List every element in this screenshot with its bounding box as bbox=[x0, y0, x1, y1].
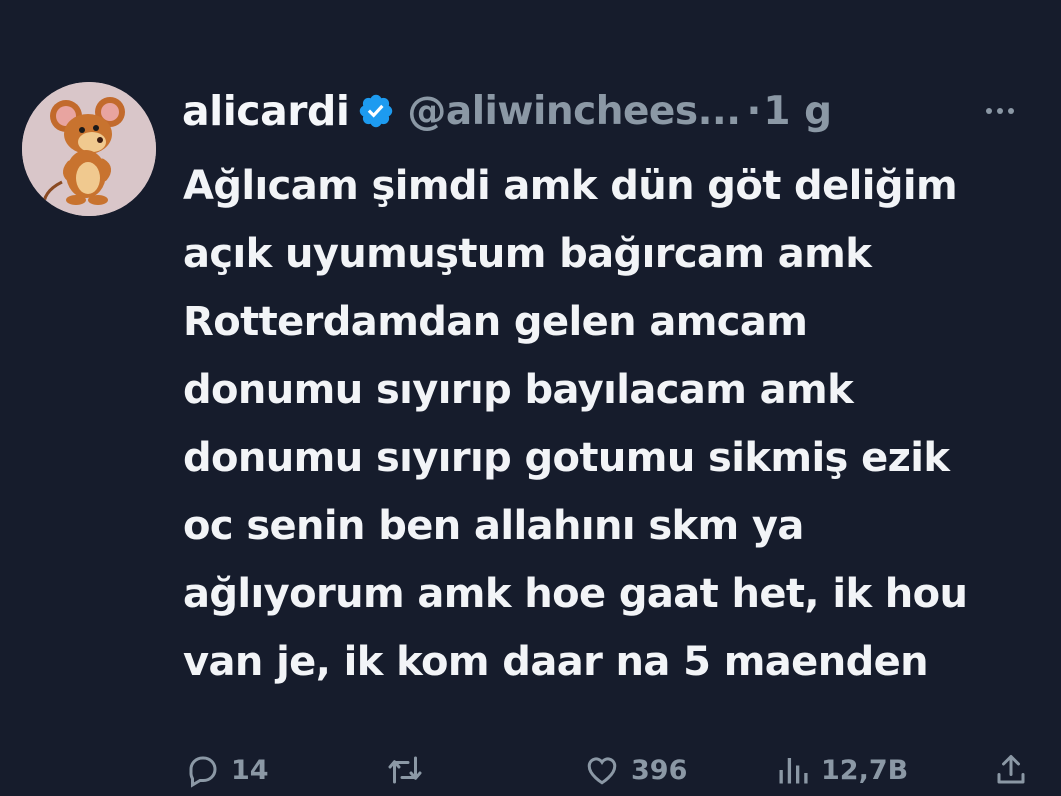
repost-icon bbox=[388, 756, 422, 784]
tweet-timestamp[interactable]: 1 g bbox=[763, 89, 832, 134]
author-name[interactable]: alicardi bbox=[182, 87, 350, 135]
tweet-header: alicardi @aliwinchees... · 1 g bbox=[182, 82, 1042, 140]
share-button[interactable] bbox=[993, 744, 1029, 796]
author-handle[interactable]: @aliwinchees... bbox=[407, 89, 741, 134]
tweet-actions: 14 396 12,7B bbox=[185, 744, 1045, 796]
like-icon bbox=[587, 757, 617, 785]
share-icon bbox=[997, 755, 1025, 784]
like-count: 396 bbox=[631, 754, 688, 786]
verified-badge-icon bbox=[357, 92, 395, 130]
views-count: 12,7B bbox=[821, 754, 909, 786]
reply-icon bbox=[189, 756, 217, 788]
avatar[interactable] bbox=[22, 82, 156, 216]
tweet-text: Ağlıcam şimdi amk dün göt deliğim açık u… bbox=[183, 152, 1053, 696]
header-separator: · bbox=[746, 88, 762, 134]
tweet-text-line: donumu sıyırıp gotumu sikmiş ezik bbox=[183, 435, 950, 481]
views-icon bbox=[779, 758, 808, 784]
tweet-text-line: van je, ik kom daar na 5 maenden bbox=[183, 639, 929, 685]
tweet-text-line: açık uyumuştum bağırcam amk bbox=[183, 231, 872, 277]
tweet-text-line: Rotterdamdan gelen amcam bbox=[183, 299, 808, 345]
tweet-text-line: Ağlıcam şimdi amk dün göt deliğim bbox=[183, 163, 958, 209]
tweet-text-line: oc senin ben allahını skm ya bbox=[183, 503, 804, 549]
repost-button[interactable] bbox=[385, 744, 435, 796]
mouse-cartoon-avatar-icon bbox=[22, 82, 156, 216]
tweet-text-line: donumu sıyırıp bayılacam amk bbox=[183, 367, 854, 413]
more-options-icon[interactable] bbox=[976, 82, 1024, 140]
views-button[interactable]: 12,7B bbox=[775, 744, 908, 796]
tweet-text-line: ağlıyorum amk hoe gaat het, ik hou bbox=[183, 571, 968, 617]
like-button[interactable]: 396 bbox=[583, 744, 687, 796]
reply-count: 14 bbox=[231, 754, 269, 786]
reply-button[interactable]: 14 bbox=[185, 744, 269, 796]
